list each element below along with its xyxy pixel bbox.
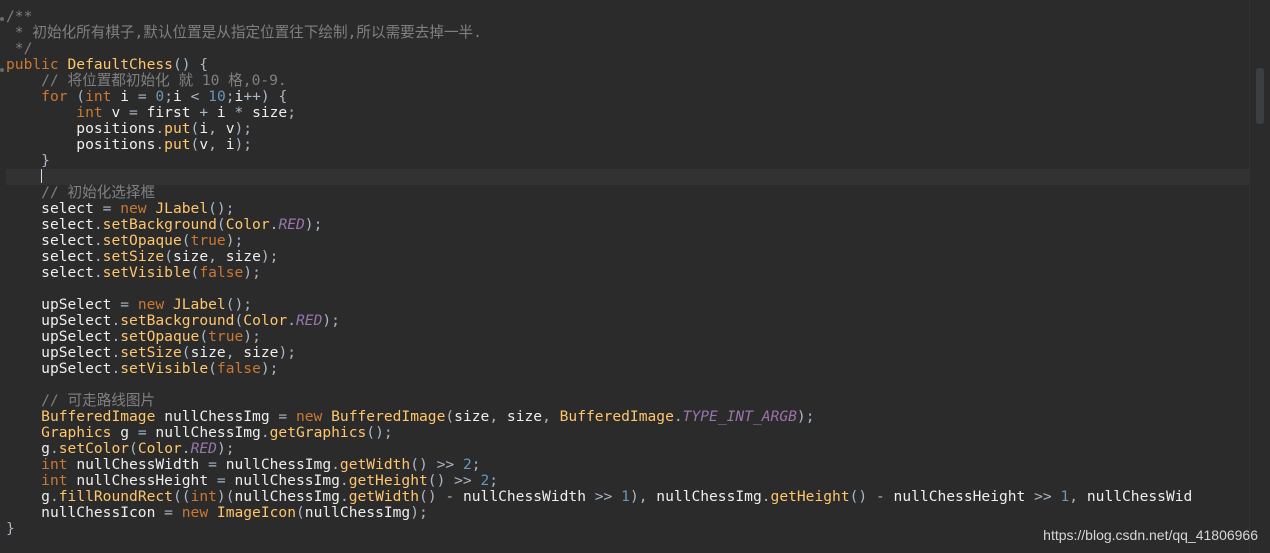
- code-line[interactable]: select = new JLabel();: [6, 201, 1250, 217]
- code-line[interactable]: upSelect.setVisible(false);: [6, 361, 1250, 377]
- code-line[interactable]: select.setOpaque(true);: [6, 233, 1250, 249]
- code-line[interactable]: */: [6, 41, 1250, 57]
- code-line[interactable]: int nullChessHeight = nullChessImg.getHe…: [6, 473, 1250, 489]
- code-line[interactable]: g.fillRoundRect((int)(nullChessImg.getWi…: [6, 489, 1250, 505]
- scrollbar-thumb[interactable]: [1256, 68, 1264, 124]
- code-line[interactable]: Graphics g = nullChessImg.getGraphics();: [6, 425, 1250, 441]
- code-editor[interactable]: /** * 初始化所有棋子,默认位置是从指定位置往下绘制,所以需要去掉一半. *…: [6, 9, 1250, 553]
- code-line[interactable]: upSelect = new JLabel();: [6, 297, 1250, 313]
- code-line[interactable]: [6, 377, 1250, 393]
- code-line[interactable]: [6, 169, 1250, 185]
- code-line[interactable]: }: [6, 153, 1250, 169]
- code-line[interactable]: BufferedImage nullChessImg = new Buffere…: [6, 409, 1250, 425]
- code-line[interactable]: upSelect.setSize(size, size);: [6, 345, 1250, 361]
- watermark: https://blog.csdn.net/qq_41806966: [1043, 527, 1258, 543]
- code-line[interactable]: upSelect.setOpaque(true);: [6, 329, 1250, 345]
- code-line[interactable]: g.setColor(Color.RED);: [6, 441, 1250, 457]
- text-caret: [41, 169, 43, 183]
- code-line[interactable]: select.setBackground(Color.RED);: [6, 217, 1250, 233]
- code-line[interactable]: // 将位置都初始化 就 10 格,0-9.: [6, 73, 1250, 89]
- code-line[interactable]: positions.put(v, i);: [6, 137, 1250, 153]
- code-line[interactable]: for (int i = 0;i < 10;i++) {: [6, 89, 1250, 105]
- code-line[interactable]: // 可走路线图片: [6, 393, 1250, 409]
- fold-marker-icon[interactable]: [0, 68, 4, 72]
- code-line[interactable]: /**: [6, 9, 1250, 25]
- code-line[interactable]: nullChessIcon = new ImageIcon(nullChessI…: [6, 505, 1250, 521]
- code-line[interactable]: select.setVisible(false);: [6, 265, 1250, 281]
- vertical-scrollbar[interactable]: [1249, 0, 1270, 553]
- code-line[interactable]: upSelect.setBackground(Color.RED);: [6, 313, 1250, 329]
- code-line[interactable]: positions.put(i, v);: [6, 121, 1250, 137]
- code-line[interactable]: [6, 281, 1250, 297]
- code-line[interactable]: // 初始化选择框: [6, 185, 1250, 201]
- fold-marker-icon[interactable]: [0, 17, 4, 21]
- code-line[interactable]: public DefaultChess() {: [6, 57, 1250, 73]
- code-line[interactable]: select.setSize(size, size);: [6, 249, 1250, 265]
- code-line[interactable]: * 初始化所有棋子,默认位置是从指定位置往下绘制,所以需要去掉一半.: [6, 25, 1250, 41]
- code-line[interactable]: int nullChessWidth = nullChessImg.getWid…: [6, 457, 1250, 473]
- code-line[interactable]: int v = first + i * size;: [6, 105, 1250, 121]
